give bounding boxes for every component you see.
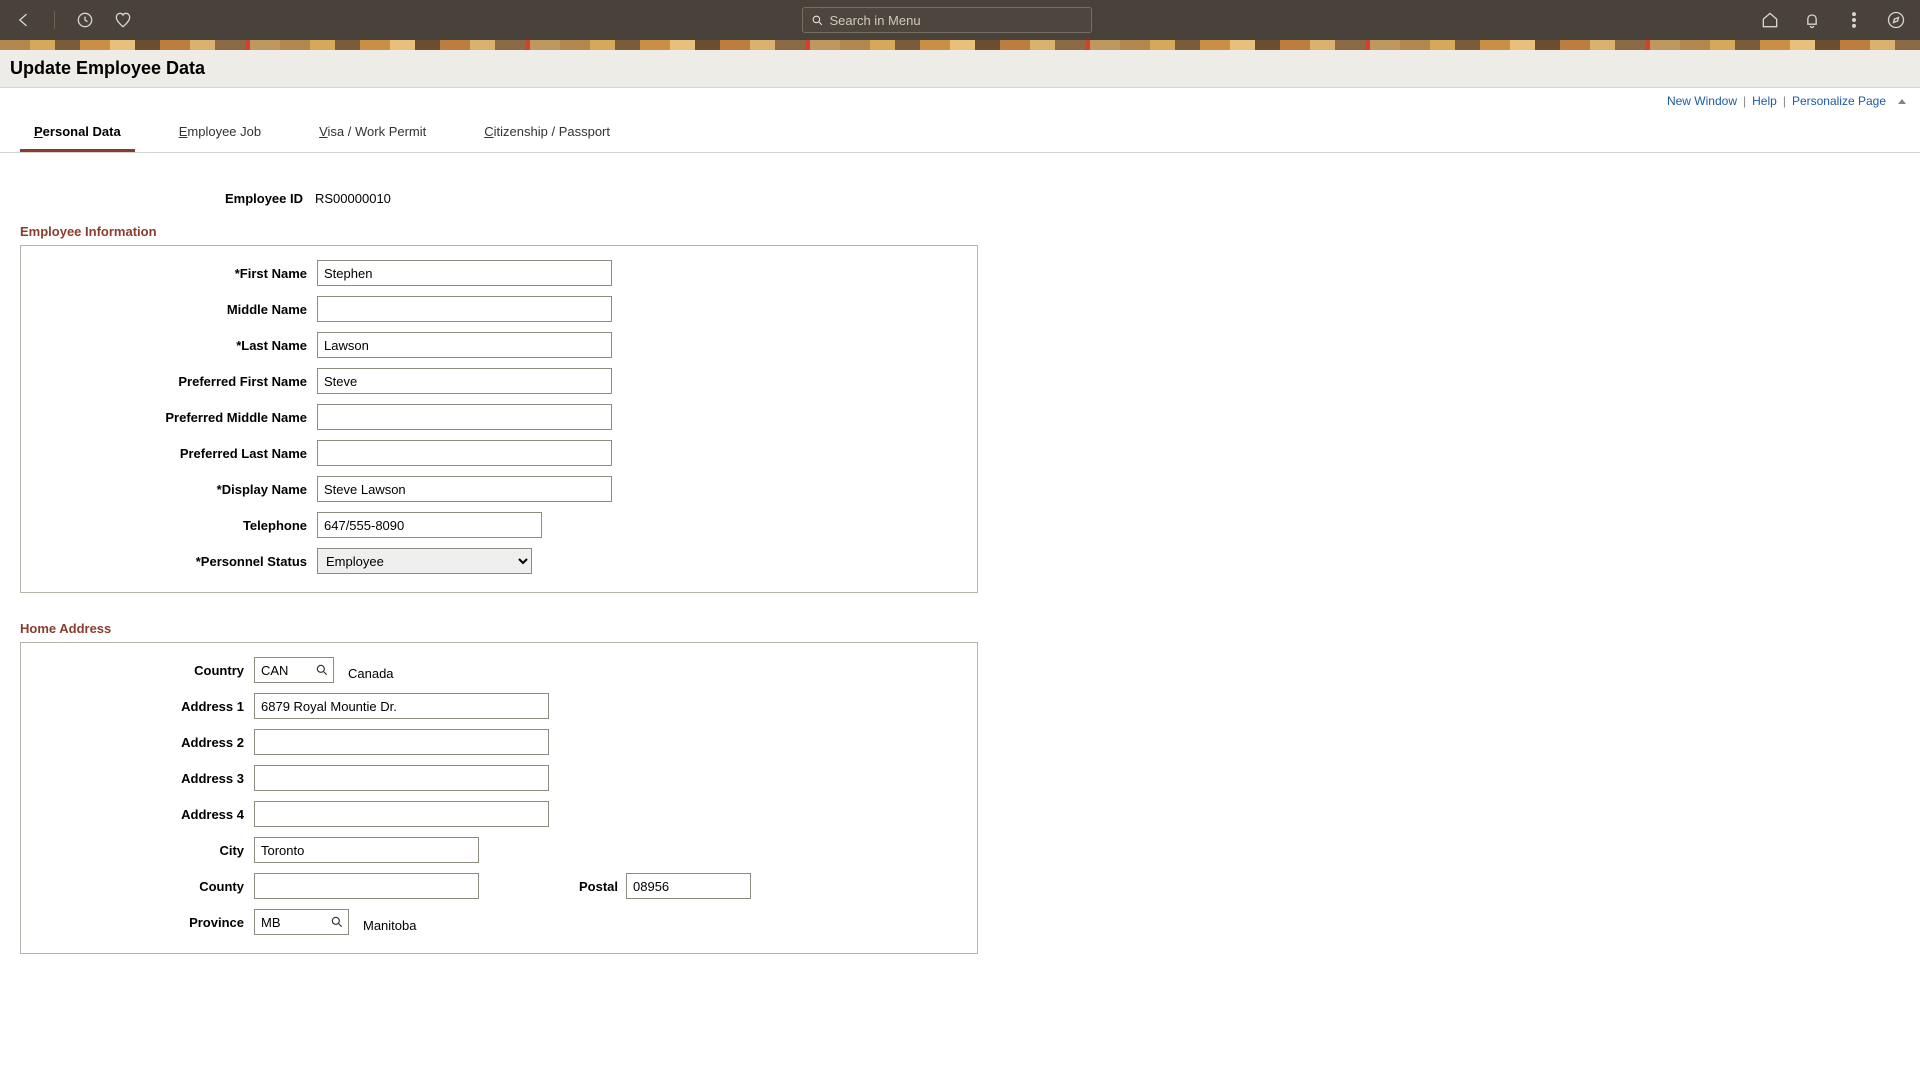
tab-citizenship-passport[interactable]: Citizenship / Passport	[470, 124, 624, 152]
employee-id-value: RS00000010	[315, 191, 391, 206]
section-employee-info-title: Employee Information	[20, 224, 1900, 239]
employee-id-row: Employee ID RS00000010	[20, 191, 1900, 206]
country-lookup	[254, 657, 334, 683]
tab-hotkey: P	[34, 124, 43, 139]
tab-visa-work-permit[interactable]: Visa / Work Permit	[305, 124, 440, 152]
address4-label: Address 4	[39, 807, 254, 822]
county-label: County	[39, 879, 254, 894]
page-links: New Window | Help | Personalize Page	[0, 88, 1920, 108]
collapse-icon[interactable]	[1898, 99, 1906, 104]
tab-label-rest: isa / Work Permit	[328, 124, 427, 139]
tab-hotkey: V	[319, 124, 327, 139]
address3-input[interactable]	[254, 765, 549, 791]
page-title-bar: Update Employee Data	[0, 50, 1920, 88]
tab-label-rest: itizenship / Passport	[494, 124, 610, 139]
display-name-input[interactable]	[317, 476, 612, 502]
separator: |	[1743, 94, 1746, 108]
telephone-input[interactable]	[317, 512, 542, 538]
pref-first-name-input[interactable]	[317, 368, 612, 394]
telephone-label: Telephone	[39, 518, 317, 533]
pref-middle-name-label: Preferred Middle Name	[39, 410, 317, 425]
decor-stripe	[0, 40, 1920, 50]
new-window-link[interactable]: New Window	[1667, 94, 1737, 108]
address2-input[interactable]	[254, 729, 549, 755]
display-name-label: *Display Name	[39, 482, 317, 497]
actions-icon[interactable]	[1844, 10, 1864, 30]
menu-search[interactable]	[802, 7, 1092, 33]
tab-label-rest: mployee Job	[187, 124, 261, 139]
divider	[54, 11, 55, 29]
navigator-icon[interactable]	[1886, 10, 1906, 30]
help-link[interactable]: Help	[1752, 94, 1777, 108]
search-input[interactable]	[830, 13, 1083, 28]
section-home-address-title: Home Address	[20, 621, 1900, 636]
province-lookup	[254, 909, 349, 935]
tab-hotkey: C	[484, 124, 493, 139]
city-input[interactable]	[254, 837, 479, 863]
province-label: Province	[39, 915, 254, 930]
address3-label: Address 3	[39, 771, 254, 786]
home-icon[interactable]	[1760, 10, 1780, 30]
last-name-input[interactable]	[317, 332, 612, 358]
first-name-input[interactable]	[317, 260, 612, 286]
last-name-label: *Last Name	[39, 338, 317, 353]
lookup-icon[interactable]	[315, 663, 329, 677]
content-area: Employee ID RS00000010 Employee Informat…	[0, 153, 1920, 954]
address2-label: Address 2	[39, 735, 254, 750]
country-name: Canada	[348, 660, 394, 681]
first-name-label: *First Name	[39, 266, 317, 281]
personalize-page-link[interactable]: Personalize Page	[1792, 94, 1886, 108]
pref-last-name-label: Preferred Last Name	[39, 446, 317, 461]
top-navbar	[0, 0, 1920, 40]
section-employee-info: *First Name Middle Name *Last Name Prefe…	[20, 245, 978, 593]
notifications-icon[interactable]	[1802, 10, 1822, 30]
tab-employee-job[interactable]: Employee Job	[165, 124, 275, 152]
tab-label-rest: ersonal Data	[43, 124, 121, 139]
recent-icon[interactable]	[75, 10, 95, 30]
pref-last-name-input[interactable]	[317, 440, 612, 466]
personnel-status-select[interactable]: Employee	[317, 548, 532, 574]
address1-label: Address 1	[39, 699, 254, 714]
middle-name-input[interactable]	[317, 296, 612, 322]
employee-id-label: Employee ID	[20, 191, 315, 206]
top-navbar-right	[1760, 10, 1906, 30]
page-title: Update Employee Data	[10, 58, 205, 79]
section-home-address: Country Canada Address 1 Address 2 Addre…	[20, 642, 978, 954]
search-icon	[811, 14, 824, 27]
postal-block: Postal	[579, 873, 751, 899]
pref-middle-name-input[interactable]	[317, 404, 612, 430]
postal-label: Postal	[579, 879, 618, 894]
lookup-icon[interactable]	[330, 915, 344, 929]
favorite-icon[interactable]	[113, 10, 133, 30]
pref-first-name-label: Preferred First Name	[39, 374, 317, 389]
back-icon[interactable]	[14, 10, 34, 30]
postal-input[interactable]	[626, 873, 751, 899]
county-input[interactable]	[254, 873, 479, 899]
tab-personal-data[interactable]: Personal Data	[20, 124, 135, 152]
province-name: Manitoba	[363, 912, 416, 933]
city-label: City	[39, 843, 254, 858]
personnel-status-label: *Personnel Status	[39, 554, 317, 569]
address4-input[interactable]	[254, 801, 549, 827]
separator: |	[1783, 94, 1786, 108]
middle-name-label: Middle Name	[39, 302, 317, 317]
top-navbar-left	[14, 10, 133, 30]
top-navbar-center	[133, 7, 1760, 33]
tab-strip: Personal Data Employee Job Visa / Work P…	[0, 108, 1920, 153]
country-label: Country	[39, 663, 254, 678]
address1-input[interactable]	[254, 693, 549, 719]
